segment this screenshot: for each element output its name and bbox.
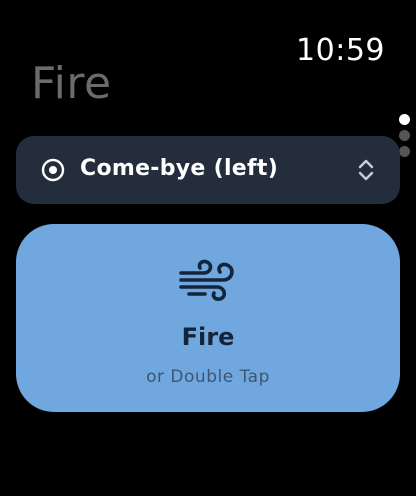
command-picker-label: Come-bye (left) <box>80 156 279 181</box>
fire-button-hint: or Double Tap <box>146 367 270 387</box>
page-title: Fire <box>31 58 112 109</box>
command-picker[interactable]: Come-bye (left) <box>16 136 400 204</box>
clock-time: 10:59 <box>296 33 385 68</box>
page-dot <box>399 130 410 141</box>
fire-button[interactable]: Fire or Double Tap <box>16 224 400 412</box>
target-icon <box>41 158 65 182</box>
fire-button-label: Fire <box>181 323 235 351</box>
page-dot <box>399 146 410 157</box>
page-indicator <box>399 114 411 162</box>
wind-icon <box>179 259 234 301</box>
chevron-up-down-icon <box>358 159 374 181</box>
page-dot-active <box>399 114 410 125</box>
